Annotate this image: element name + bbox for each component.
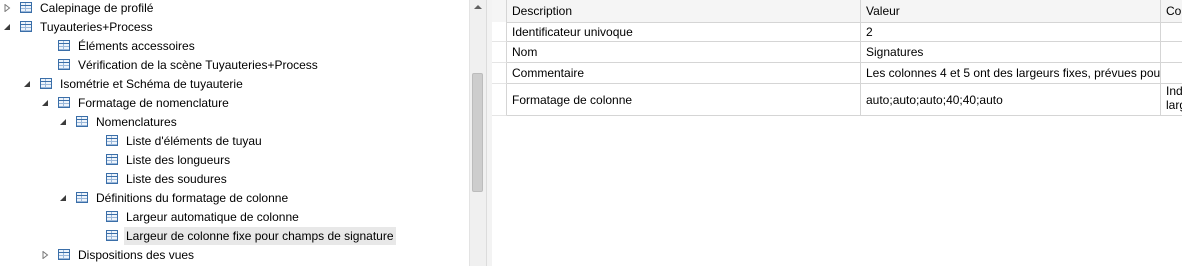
tree-item-label: Isométrie et Schéma de tuyauterie <box>60 76 243 91</box>
properties-grid: Description Valeur Co Identificateur uni… <box>492 0 1182 266</box>
tree-item-label: Largeur automatique de colonne <box>126 209 299 224</box>
tree-vertical-scrollbar[interactable] <box>469 0 486 266</box>
row-header[interactable] <box>492 22 507 42</box>
expanded-triangle-icon[interactable] <box>22 79 32 89</box>
tree-item-label: Tuyauteries+Process <box>40 19 153 34</box>
comment-cell[interactable] <box>1161 42 1182 63</box>
column-header-comment[interactable]: Co <box>1161 0 1182 22</box>
tree-item-label: Liste des soudures <box>126 171 227 186</box>
table-node-icon <box>106 230 118 241</box>
expanded-triangle-icon[interactable] <box>40 98 50 108</box>
row-header[interactable] <box>492 42 507 63</box>
table-node-icon <box>20 21 32 32</box>
comment-cell[interactable] <box>1161 63 1182 84</box>
table-node-icon <box>106 211 118 222</box>
expanded-triangle-icon[interactable] <box>58 193 68 203</box>
table-node-icon <box>58 59 70 70</box>
tree-item-label: Liste des longueurs <box>126 152 231 167</box>
scroll-up-arrow-icon[interactable] <box>474 5 482 9</box>
value-cell[interactable]: auto;auto;auto;40;40;auto <box>861 84 1161 116</box>
row-header[interactable] <box>492 84 507 116</box>
table-node-icon <box>106 154 118 165</box>
value-cell[interactable]: Signatures <box>861 42 1161 63</box>
tree-item[interactable]: Nomenclatures <box>58 112 179 131</box>
tree-item-label: Définitions du formatage de colonne <box>96 190 289 205</box>
tree-item[interactable]: Éléments accessoires <box>58 36 197 55</box>
table-node-icon <box>58 40 70 51</box>
expanded-triangle-icon[interactable] <box>58 117 68 127</box>
table-node-icon <box>106 135 118 146</box>
tree-item-label: Nomenclatures <box>96 114 177 129</box>
collapsed-triangle-icon[interactable] <box>40 250 50 260</box>
table-node-icon <box>40 78 52 89</box>
table-node-icon <box>76 116 88 127</box>
tree-item-label: Dispositions des vues <box>78 247 195 262</box>
description-cell: Nom <box>507 42 861 63</box>
comment-cell[interactable] <box>1161 22 1182 42</box>
tree-item[interactable]: Liste d'éléments de tuyau <box>106 131 264 150</box>
description-cell: Commentaire <box>507 63 861 84</box>
tree-item-label: Liste d'éléments de tuyau <box>126 133 262 148</box>
tree-item-label: Éléments accessoires <box>78 38 195 53</box>
description-cell: Formatage de colonne <box>507 84 861 116</box>
tree-item[interactable]: Définitions du formatage de colonne <box>58 188 290 207</box>
header-row-gutter <box>492 0 507 22</box>
table-node-icon <box>20 2 32 13</box>
expanded-triangle-icon[interactable] <box>2 22 12 32</box>
tree-item-label: Calepinage de profilé <box>40 0 154 15</box>
tree-item-label: Formatage de nomenclature <box>78 95 229 110</box>
tree-item[interactable]: Largeur automatique de colonne <box>106 207 301 226</box>
table-node-icon <box>76 192 88 203</box>
navigation-tree: Calepinage de profilé Tuyauteries+Process… <box>0 0 469 266</box>
table-node-icon <box>58 97 70 108</box>
comment-cell[interactable]: Ind larg <box>1161 84 1182 116</box>
value-cell[interactable]: 2 <box>861 22 1161 42</box>
tree-item[interactable]: Liste des soudures <box>106 169 229 188</box>
value-cell[interactable]: Les colonnes 4 et 5 ont des largeurs fix… <box>861 63 1161 84</box>
tree-item[interactable]: Liste des longueurs <box>106 150 232 169</box>
tree-item-label: Vérification de la scène Tuyauteries+Pro… <box>78 57 318 72</box>
tree-item[interactable]: Largeur de colonne fixe pour champs de s… <box>106 226 396 245</box>
tree-item[interactable]: Isométrie et Schéma de tuyauterie <box>22 74 245 93</box>
tree-item[interactable]: Dispositions des vues <box>40 245 196 264</box>
column-header-description[interactable]: Description <box>507 0 861 22</box>
description-cell: Identificateur univoque <box>507 22 861 42</box>
table-node-icon <box>58 249 70 260</box>
tree-item[interactable]: Calepinage de profilé <box>2 0 155 17</box>
table-node-icon <box>106 173 118 184</box>
tree-item[interactable]: Tuyauteries+Process <box>2 17 155 36</box>
scrollbar-thumb[interactable] <box>472 73 483 192</box>
collapsed-triangle-icon[interactable] <box>2 3 12 13</box>
tree-item[interactable]: Vérification de la scène Tuyauteries+Pro… <box>58 55 320 74</box>
row-header[interactable] <box>492 63 507 84</box>
tree-item-label: Largeur de colonne fixe pour champs de s… <box>124 226 396 245</box>
tree-item[interactable]: Formatage de nomenclature <box>40 93 231 112</box>
column-header-value[interactable]: Valeur <box>861 0 1161 22</box>
grid-header: Description Valeur Co <box>492 0 1182 23</box>
